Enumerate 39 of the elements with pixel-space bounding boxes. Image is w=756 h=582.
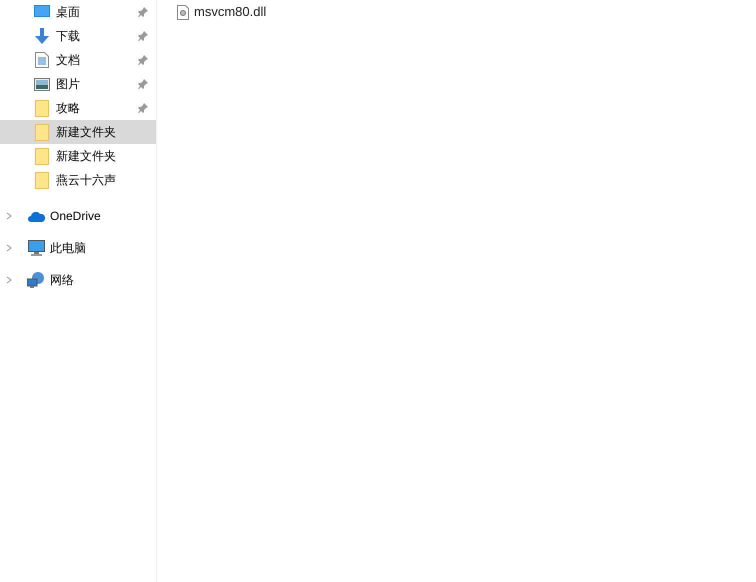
nav-label: 网络 (50, 272, 74, 289)
file-gear-icon (177, 4, 189, 20)
computer-icon (28, 240, 44, 256)
nav-item[interactable]: 桌面 (0, 0, 156, 24)
nav-label: 燕云十六声 (56, 172, 117, 189)
nav-item[interactable]: 新建文件夹 (0, 120, 156, 144)
nav-label: 新建文件夹 (56, 148, 117, 165)
chevron-icon[interactable] (4, 243, 14, 253)
cloud-icon (28, 210, 44, 222)
nav-label: 新建文件夹 (56, 124, 117, 141)
folder-icon (35, 172, 49, 188)
nav-item[interactable]: 此电脑 (0, 232, 156, 264)
nav-item[interactable]: 下载 (0, 24, 156, 48)
folder-icon (35, 100, 49, 116)
chevron-icon[interactable] (4, 275, 14, 285)
nav-label: 此电脑 (50, 240, 86, 257)
folder-icon (35, 124, 49, 140)
nav-label: OneDrive (50, 208, 101, 225)
chevron-icon[interactable] (4, 211, 14, 221)
nav-item[interactable]: OneDrive (0, 200, 156, 232)
nav-label: 文档 (56, 52, 81, 69)
nav-item[interactable]: 图片 (0, 72, 156, 96)
nav-item[interactable]: 新建文件夹 (0, 144, 156, 168)
file-name: msvcm80.dll (194, 3, 266, 22)
picture-icon (34, 78, 50, 90)
nav-label: 攻略 (56, 100, 81, 117)
nav-label: 桌面 (56, 4, 81, 21)
network-icon (27, 272, 45, 288)
nav-label: 下载 (56, 28, 81, 45)
desktop-icon (34, 5, 50, 19)
nav-item[interactable]: 文档 (0, 48, 156, 72)
down-arrow-icon (34, 28, 50, 44)
folder-icon (35, 148, 49, 164)
nav-item[interactable]: 网络 (0, 264, 156, 296)
file-item[interactable]: msvcm80.dll (177, 3, 756, 21)
nav-item[interactable]: 燕云十六声 (0, 168, 156, 192)
document-icon (35, 52, 49, 68)
nav-item[interactable]: 攻略 (0, 96, 156, 120)
nav-label: 图片 (56, 76, 81, 93)
